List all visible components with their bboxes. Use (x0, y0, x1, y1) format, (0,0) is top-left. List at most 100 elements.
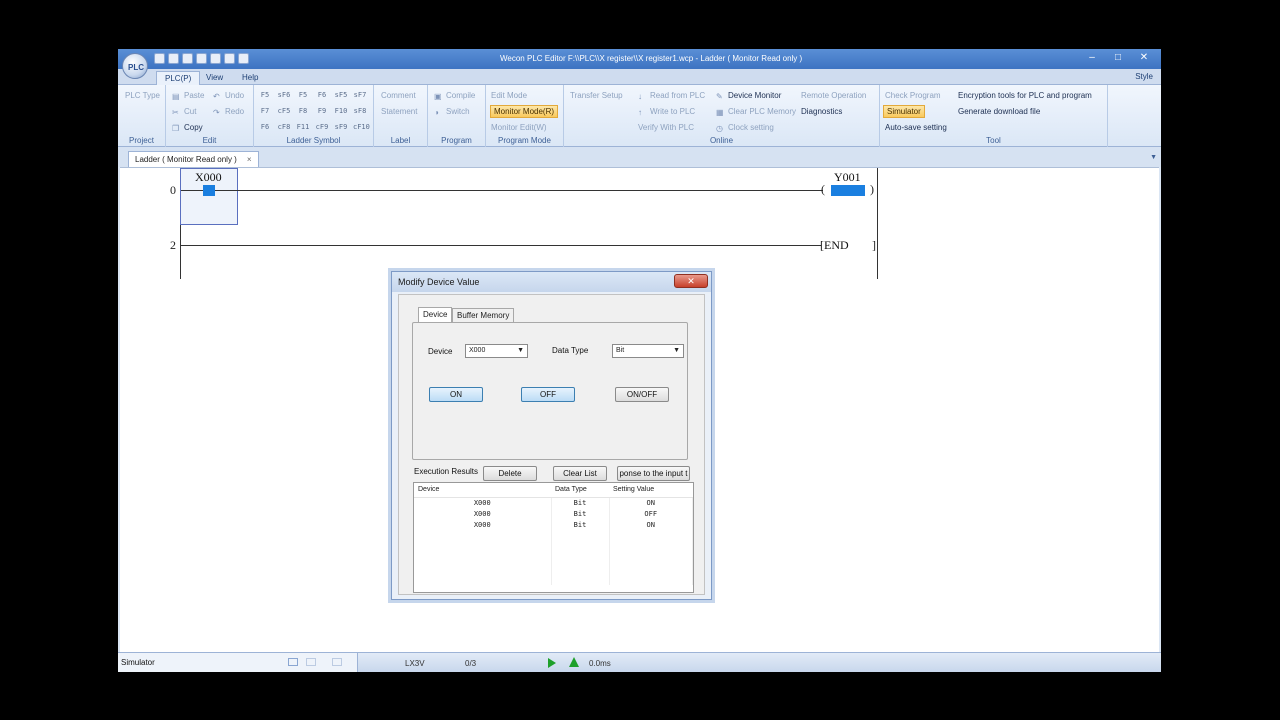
redo-button[interactable]: ↷ Redo (213, 107, 244, 117)
diagnostics-button[interactable]: Diagnostics (801, 107, 842, 116)
coil-close-paren-icon: ) (870, 182, 874, 196)
ladder-symbol-button[interactable]: sF7 (353, 89, 367, 101)
results-header-row: Device Data Type Setting Value (414, 483, 693, 498)
undo-icon[interactable] (224, 53, 235, 64)
tab-buffer-memory[interactable]: Buffer Memory (452, 308, 515, 323)
tab-plc[interactable]: PLC(P) (156, 71, 201, 85)
copy-button[interactable]: ❐ Copy (172, 123, 203, 133)
rung-step-number: 2 (170, 238, 176, 252)
save-icon[interactable] (182, 53, 193, 64)
restore-pane-icon[interactable] (288, 658, 298, 666)
transfer-setup-button[interactable]: Transfer Setup (570, 91, 623, 100)
ladder-symbol-button[interactable]: F11 (296, 121, 310, 133)
folder-icon[interactable] (210, 53, 221, 64)
delete-button[interactable]: Delete (483, 466, 537, 481)
dialog-body: Device Buffer Memory Device X000 ▼ Data T… (398, 294, 705, 595)
minimize-button[interactable]: – (1081, 51, 1103, 65)
statement-button[interactable]: Statement (381, 107, 417, 116)
encryption-tools-button[interactable]: Encryption tools for PLC and program (958, 91, 1092, 100)
plc-type-button[interactable]: PLC Type (125, 91, 160, 100)
ladder-symbol-button[interactable]: F7 (258, 105, 272, 117)
ladder-symbol-button[interactable]: sF9 (334, 121, 348, 133)
cut-button[interactable]: ✂ Cut (172, 107, 196, 117)
switch-button[interactable]: ◑ Switch (434, 107, 470, 117)
tab-ladder-document[interactable]: Ladder ( Monitor Read only ) × (128, 151, 259, 167)
off-button[interactable]: OFF (521, 387, 575, 402)
coil-y001-icon[interactable] (831, 185, 865, 196)
coil-device-label: Y001 (834, 170, 861, 184)
copy-label: Copy (184, 123, 203, 132)
ladder-symbol-button[interactable]: F6 (258, 121, 272, 133)
data-type-select[interactable]: Bit ▼ (612, 344, 684, 358)
ladder-symbol-button[interactable]: F5 (258, 89, 272, 101)
ladder-symbol-button[interactable]: sF6 (277, 89, 291, 101)
clear-plc-memory-label: Clear PLC Memory (728, 107, 797, 116)
read-from-plc-button[interactable]: ↓ Read from PLC (638, 91, 705, 101)
generate-download-file-button[interactable]: Generate download file (958, 107, 1040, 116)
auto-save-setting-button[interactable]: Auto-save setting (885, 123, 947, 132)
clear-list-button[interactable]: Clear List (553, 466, 607, 481)
ladder-symbol-button[interactable]: cF5 (277, 105, 291, 117)
ladder-symbol-button[interactable]: F8 (296, 105, 310, 117)
verify-with-plc-button[interactable]: Verify With PLC (638, 123, 694, 132)
ladder-symbol-button[interactable]: sF8 (353, 105, 367, 117)
close-window-button[interactable]: ✕ (1133, 51, 1155, 65)
redo-icon[interactable] (238, 53, 249, 64)
on-button[interactable]: ON (429, 387, 483, 402)
write-to-plc-label: Write to PLC (650, 107, 696, 116)
document-tab-strip: Ladder ( Monitor Read only ) × ▼ (118, 147, 1161, 167)
monitor-edit-button[interactable]: Monitor Edit(W) (491, 123, 547, 132)
contact-x000-icon[interactable] (203, 185, 215, 196)
ladder-symbol-button[interactable]: F10 (334, 105, 348, 117)
remote-operation-button[interactable]: Remote Operation (801, 91, 866, 100)
maximize-button[interactable]: □ (1107, 51, 1129, 65)
execution-results-list[interactable]: Device Data Type Setting Value X000 Bit … (413, 482, 694, 593)
ladder-symbol-button[interactable]: F9 (315, 105, 329, 117)
undo-button[interactable]: ↶ Undo (213, 91, 244, 101)
ladder-symbol-button[interactable]: F5 (296, 89, 310, 101)
dialog-close-button[interactable]: ✕ (674, 274, 708, 288)
group-label: Label (390, 136, 411, 145)
device-monitor-button[interactable]: ✎ Device Monitor (716, 91, 781, 101)
edit-mode-button[interactable]: Edit Mode (491, 91, 527, 100)
ladder-symbol-button[interactable]: cF10 (353, 121, 370, 133)
write-to-plc-button[interactable]: ↑ Write to PLC (638, 107, 695, 117)
cut-label: Cut (184, 107, 197, 116)
tab-device[interactable]: Device (418, 307, 453, 323)
ladder-symbol-button[interactable]: cF9 (315, 121, 329, 133)
print-icon[interactable] (196, 53, 207, 64)
paste-button[interactable]: ▤ Paste (172, 91, 204, 101)
rung-wire (181, 245, 821, 246)
ladder-symbol-button[interactable]: cF8 (277, 121, 291, 133)
table-row[interactable]: X000 Bit ON (414, 519, 693, 530)
device-tab-panel: Device X000 ▼ Data Type Bit ▼ ON OFF ON/OF… (412, 322, 688, 460)
compile-button[interactable]: ▣ Compile (434, 91, 475, 101)
maximize-pane-icon[interactable] (306, 658, 316, 666)
new-file-icon[interactable] (154, 53, 165, 64)
open-folder-icon[interactable] (168, 53, 179, 64)
tab-help[interactable]: Help (234, 71, 266, 85)
device-monitor-label: Device Monitor (728, 91, 782, 100)
table-row-empty (414, 574, 693, 585)
style-menu[interactable]: Style (1135, 72, 1153, 81)
response-to-input-button[interactable]: ponse to the input t (617, 466, 690, 481)
ladder-editor-canvas[interactable]: 0 X000 Y001 ( ) 2 [END ] Modify Device V… (120, 167, 1159, 652)
tab-scroll-arrow-icon[interactable]: ▼ (1150, 154, 1157, 161)
app-menu-button[interactable]: PLC (122, 53, 148, 79)
ladder-symbol-button[interactable]: sF5 (334, 89, 348, 101)
clock-setting-button[interactable]: ◷ Clock setting (716, 123, 774, 133)
table-row[interactable]: X000 Bit OFF (414, 508, 693, 519)
close-pane-icon[interactable] (332, 658, 342, 666)
check-program-button[interactable]: Check Program (885, 91, 941, 100)
comment-button[interactable]: Comment (381, 91, 416, 100)
table-row[interactable]: X000 Bit ON (414, 497, 693, 508)
device-select[interactable]: X000 ▼ (465, 344, 528, 358)
ladder-symbol-button[interactable]: F6 (315, 89, 329, 101)
clear-plc-memory-button[interactable]: ▦ Clear PLC Memory (716, 107, 796, 117)
tab-view[interactable]: View (198, 71, 231, 85)
on-off-button[interactable]: ON/OFF (615, 387, 669, 402)
monitor-mode-button[interactable]: Monitor Mode(R) (490, 105, 559, 118)
simulator-button[interactable]: Simulator (883, 105, 925, 118)
undo-label: Undo (225, 91, 245, 100)
close-tab-icon[interactable]: × (247, 155, 252, 164)
